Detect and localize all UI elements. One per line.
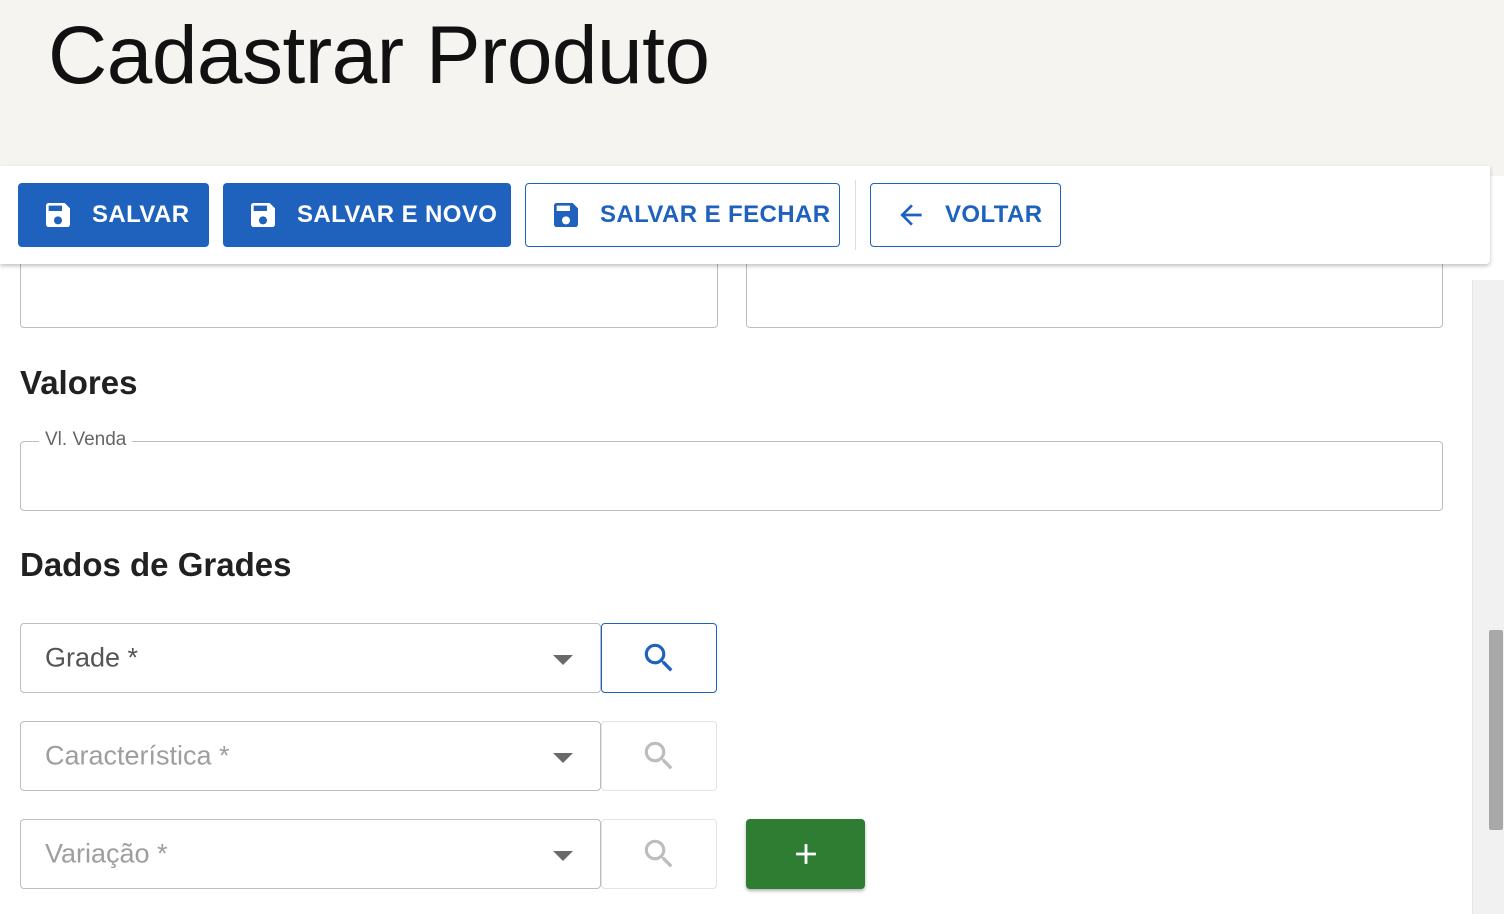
save-and-new-button-label: SALVAR E NOVO [297,201,498,228]
scrollbar-thumb[interactable] [1489,630,1503,830]
vl-venda-field[interactable]: Vl. Venda [20,429,1443,511]
section-title-dados-de-grades: Dados de Grades [20,546,292,583]
variacao-search-button[interactable] [601,819,717,889]
action-toolbar: SALVAR SALVAR E NOVO SALVAR E FECHAR VOL… [0,166,1490,264]
vertical-scrollbar[interactable] [1472,280,1504,914]
text-field-partial-left[interactable] [20,264,718,328]
grade-select-label: Grade * [45,642,139,673]
save-and-new-button[interactable]: SALVAR E NOVO [223,183,511,247]
add-variation-button[interactable] [746,819,865,889]
variacao-select-label: Variação * [45,838,168,869]
caracteristica-select[interactable]: Característica * [20,721,601,791]
text-field-partial-right[interactable] [746,264,1443,328]
search-icon [644,839,673,868]
caracteristica-select-label: Característica * [45,740,230,771]
caracteristica-search-button[interactable] [601,721,717,791]
save-icon [251,203,275,227]
save-icon [46,203,70,227]
back-button[interactable]: VOLTAR [870,183,1061,247]
save-button-label: SALVAR [92,201,190,228]
caret-down-icon [553,655,573,665]
form-content: Valores Vl. Venda Dados de Grades Grade … [0,264,1472,914]
search-icon [644,741,673,770]
toolbar-divider [855,180,856,250]
save-and-close-button-label: SALVAR E FECHAR [600,201,831,228]
page-title: Cadastrar Produto [48,10,710,101]
caret-down-icon [553,851,573,861]
plus-icon [795,844,816,864]
arrow-left-icon [900,204,922,226]
search-icon [644,643,673,672]
back-button-label: VOLTAR [945,201,1043,228]
grade-search-button[interactable] [601,623,717,693]
save-button[interactable]: SALVAR [18,183,209,247]
grade-select[interactable]: Grade * [20,623,601,693]
section-title-valores: Valores [20,364,138,401]
save-icon [554,203,578,227]
vl-venda-label: Vl. Venda [39,429,133,451]
save-and-close-button[interactable]: SALVAR E FECHAR [525,183,840,247]
variacao-select[interactable]: Variação * [20,819,601,889]
caret-down-icon [553,753,573,763]
